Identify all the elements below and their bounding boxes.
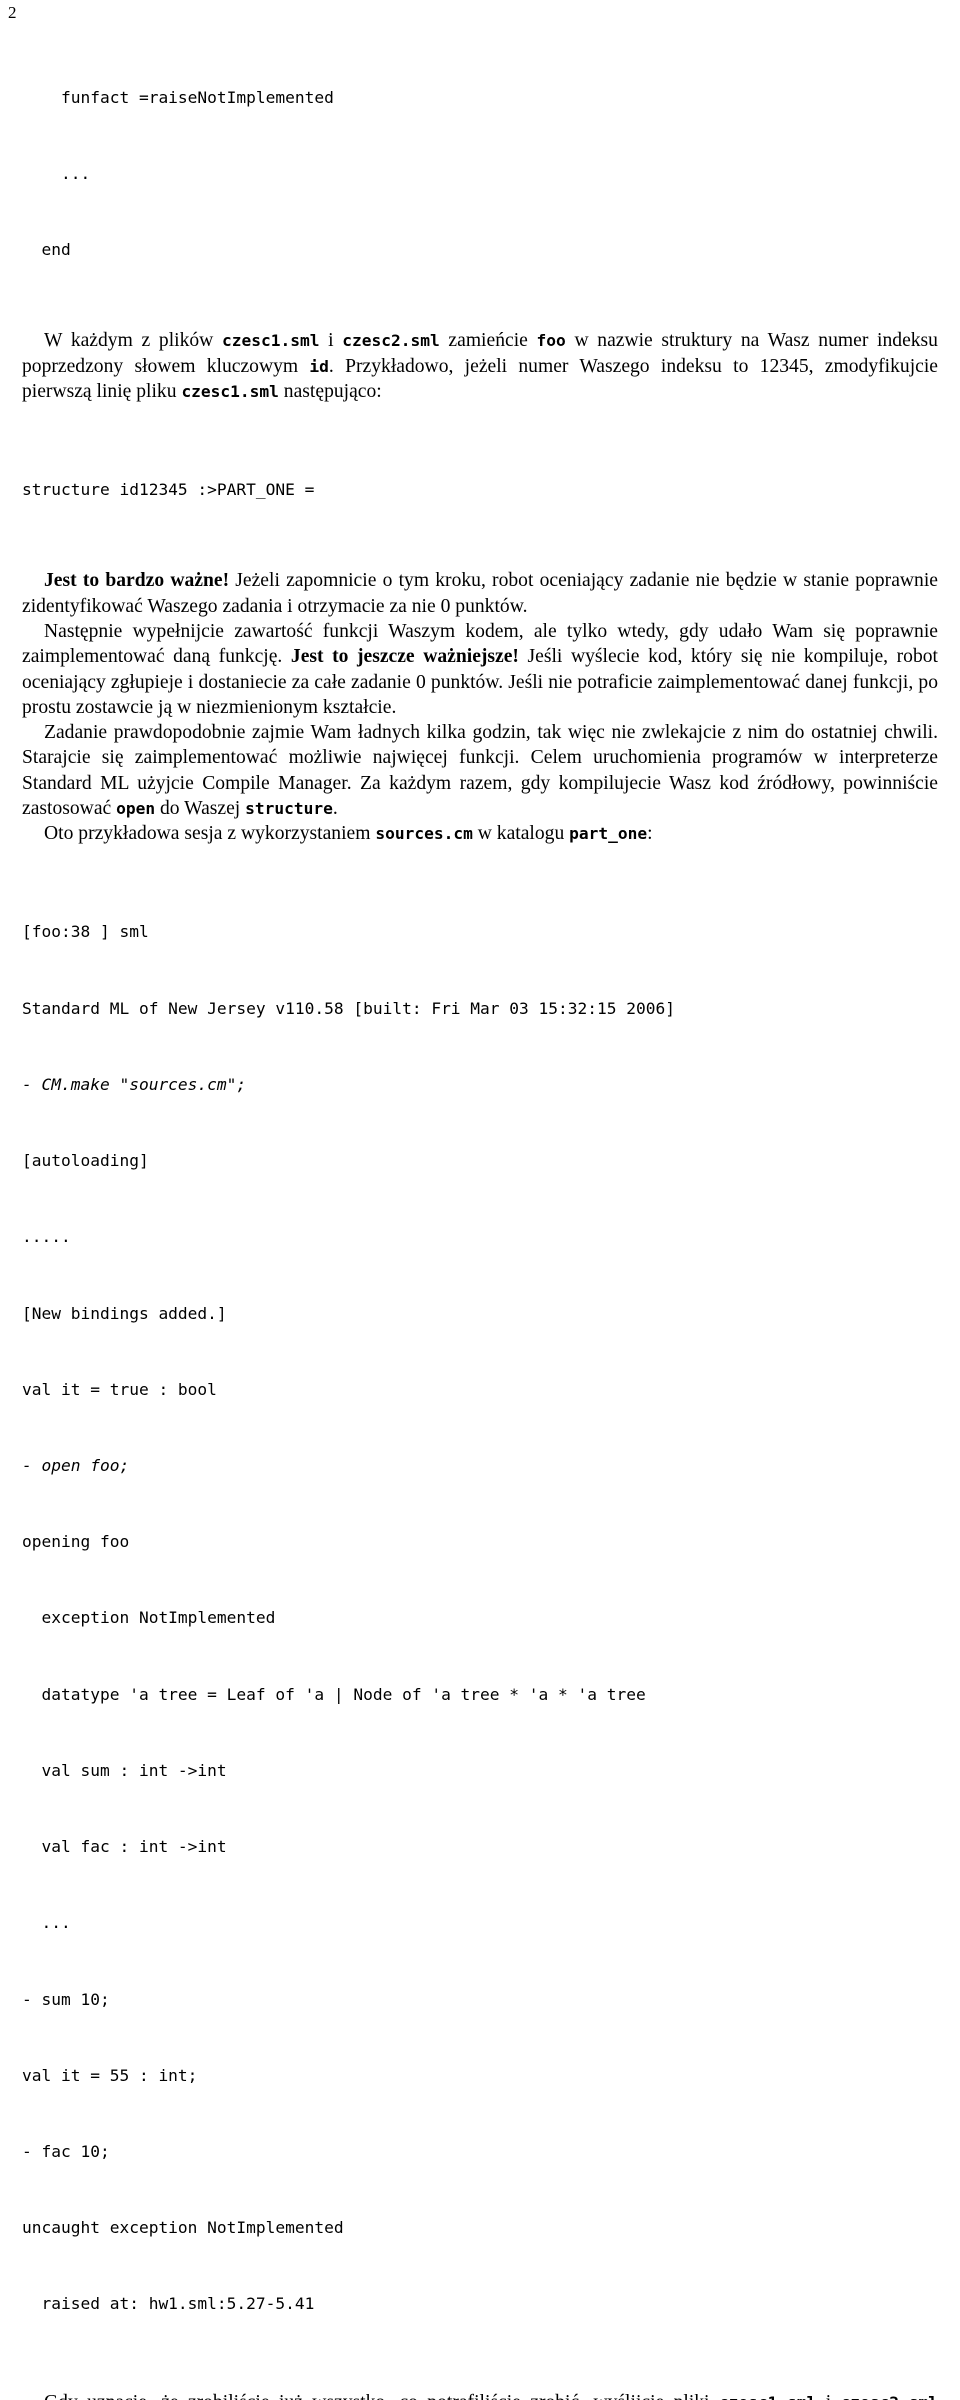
code-line: [autoloading] [22,1151,149,1171]
paragraph-time-estimate: Zadanie prawdopodobnie zajmie Wam ładnyc… [22,720,938,821]
code-line: opening foo [22,1532,130,1552]
text-run: zamieńcie [439,330,537,352]
code-line: datatype 'a tree = Leaf of 'a | Node of … [22,1684,646,1704]
inline-code-czesc1: czesc1.sml [222,331,320,351]
code-line: funfact =raiseNotImplemented [22,87,334,107]
paragraph-file-rename: W każdym z plików czesc1.sml i czesc2.sm… [22,328,938,404]
text-run: i [319,330,343,352]
code-line: - sum 10; [22,1989,110,2009]
paragraph-submission-rules: Gdy uznacie, że zrobiliście już wszystko… [22,2390,938,2400]
code-line: ... [22,164,91,184]
inline-code-structure: structure [245,799,333,819]
code-line: val it = 55 : int; [22,2065,198,2085]
inline-code-czesc2-submit: czesc2.sml [841,2393,938,2400]
bold-lead-bardzo-wazne: Jest to bardzo ważne! [44,570,230,592]
inline-code-open: open [116,799,156,819]
inline-code-sources-cm: sources.cm [375,824,473,844]
text-run: W każdym z plików [44,330,222,352]
paragraph-fill-functions: Następnie wypełnijcie zawartość funkcji … [22,619,938,720]
inline-code-czesc1-b: czesc1.sml [181,382,279,402]
code-line: uncaught exception NotImplemented [22,2218,344,2238]
code-line: structure id12345 :>PART_ONE = [22,480,315,500]
text-run: Gdy uznacie, że zrobiliście już wszystko… [44,2392,719,2400]
text-run: w katalogu [472,823,570,845]
document-page: 2 funfact =raiseNotImplemented ... end W… [0,0,960,2400]
paragraph-important-warning: Jest to bardzo ważne! Jeżeli zapomnicie … [22,568,938,619]
page-number: 2 [8,3,17,22]
code-line: Standard ML of New Jersey v110.58 [built… [22,998,675,1018]
text-run: Oto przykładowa sesja z wykorzystaniem [44,823,376,845]
text-run: . [332,798,338,820]
bold-lead-jeszcze-wazniejsze: Jest to jeszcze ważniejsze! [290,646,519,668]
code-block-top: funfact =raiseNotImplemented ... end [22,34,938,313]
inline-code-foo: foo [536,331,566,351]
text-run: do Waszej [155,798,246,820]
inline-code-czesc2: czesc2.sml [342,331,440,351]
code-line: - fac 10; [22,2141,110,2161]
code-line: [New bindings added.] [22,1303,227,1323]
code-line: ... [22,1913,71,1933]
text-run: następująco: [278,381,382,403]
code-line: raised at: hw1.sml:5.27-5.41 [22,2294,315,2314]
inline-code-czesc1-submit: czesc1.sml [719,2393,816,2400]
code-line: val it = true : bool [22,1379,217,1399]
code-line: - open foo; [22,1456,130,1475]
code-line: val fac : int ->int [22,1837,227,1857]
code-line: val sum : int ->int [22,1760,227,1780]
inline-code-part-one: part_one [569,824,648,844]
code-line: exception NotImplemented [22,1608,276,1628]
inline-code-id: id [309,356,329,376]
code-line: end [22,240,71,260]
code-block-session: [foo:38 ] sml Standard ML of New Jersey … [22,869,938,2368]
text-run: : [647,823,653,845]
code-block-structure: structure id12345 :>PART_ONE = [22,426,938,553]
page-content: funfact =raiseNotImplemented ... end W k… [22,34,938,2400]
text-run: i [816,2392,840,2400]
code-line: - CM.make "sources.cm"; [22,1074,247,1094]
code-line: [foo:38 ] sml [22,922,149,942]
code-line: ..... [22,1227,71,1247]
paragraph-example-session-intro: Oto przykładowa sesja z wykorzystaniem s… [22,821,938,846]
